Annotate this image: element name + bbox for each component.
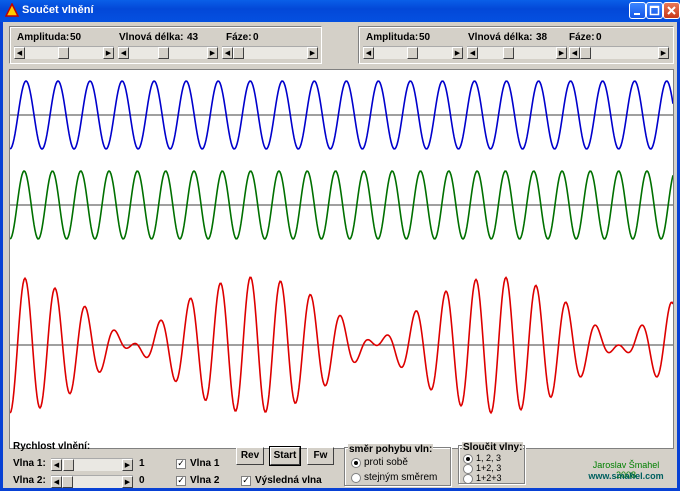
merge-opt1-label: 1, 2, 3: [476, 453, 502, 463]
wave1-amplitude-label: Amplituda:: [17, 32, 70, 43]
wave1-amplitude-value: 50: [70, 32, 82, 43]
wave-plot: [9, 80, 674, 415]
wave1-wavelength-value: 43: [187, 32, 199, 43]
wave1-wavelength-label: Vlnová délka:: [119, 32, 184, 43]
direction-heading: směr pohybu vln:: [348, 444, 434, 455]
speed-wave1-value: 1: [139, 458, 145, 469]
merge-heading: Sloučit vlny:: [462, 442, 524, 453]
wave1-phase-value: 0: [253, 32, 259, 43]
wave1-controls-panel: Amplituda: 50 ◀ ▶ Vlnová délka: 43 ◀ ▶ F…: [9, 26, 322, 64]
slider-thumb[interactable]: [407, 47, 418, 59]
start-button[interactable]: Start: [269, 446, 301, 466]
speed-wave1-label: Vlna 1:: [13, 458, 46, 469]
scroll-right-icon[interactable]: ▶: [207, 47, 218, 59]
scroll-left-icon[interactable]: ◀: [51, 476, 62, 488]
scroll-right-icon[interactable]: ▶: [122, 476, 133, 488]
scroll-right-icon[interactable]: ▶: [658, 47, 669, 59]
scroll-left-icon[interactable]: ◀: [14, 47, 25, 59]
scroll-left-icon[interactable]: ◀: [363, 47, 374, 59]
wave2-wavelength-label: Vlnová délka:: [468, 32, 533, 43]
scroll-right-icon[interactable]: ▶: [452, 47, 463, 59]
rev-button[interactable]: Rev: [236, 447, 264, 465]
slider-thumb[interactable]: [503, 47, 514, 59]
speed-wave2-value: 0: [139, 475, 145, 486]
wave2-phase-label: Fáze:: [569, 32, 595, 43]
wave2-amplitude-value: 50: [419, 32, 431, 43]
direction-group: směr pohybu vln: proti sobě stejným směr…: [344, 444, 451, 486]
direction-opposite-label: proti sobě: [364, 457, 408, 468]
speed-heading: Rychlost vlnění:: [13, 441, 91, 452]
result-checkbox-label: Výsledná vlna: [255, 475, 322, 486]
maximize-icon: [649, 5, 660, 16]
direction-same-label: stejným směrem: [364, 472, 438, 483]
wave2-wavelength-value: 38: [536, 32, 548, 43]
direction-opposite-radio[interactable]: [351, 458, 361, 468]
wave2-phase-slider[interactable]: ◀ ▶: [569, 46, 669, 59]
merge-opt2-label: 1+2, 3: [476, 463, 502, 473]
scroll-left-icon[interactable]: ◀: [467, 47, 478, 59]
wave2-controls-panel: Amplituda: 50 ◀ ▶ Vlnová délka: 38 ◀ ▶ F…: [358, 26, 674, 64]
scroll-left-icon[interactable]: ◀: [51, 459, 62, 471]
wave2-checkbox-label: Vlna 2: [190, 475, 220, 486]
wave1-phase-label: Fáze:: [226, 32, 252, 43]
scroll-right-icon[interactable]: ▶: [103, 47, 114, 59]
wave2-phase-value: 0: [596, 32, 602, 43]
title-bar[interactable]: Součet vlnění: [0, 0, 680, 22]
merge-opt2-radio[interactable]: [463, 464, 473, 474]
slider-thumb[interactable]: [62, 476, 73, 488]
fw-button[interactable]: Fw: [307, 447, 334, 465]
scroll-left-icon[interactable]: ◀: [222, 47, 233, 59]
scroll-right-icon[interactable]: ▶: [556, 47, 567, 59]
speed-wave1-slider[interactable]: ◀ ▶: [51, 458, 133, 471]
direction-same-radio[interactable]: [351, 473, 361, 483]
merge-opt1-radio[interactable]: [463, 454, 473, 464]
website-link[interactable]: www.smahel.com: [586, 471, 666, 481]
slider-thumb[interactable]: [580, 47, 591, 59]
merge-opt3-radio[interactable]: [463, 474, 473, 484]
slider-thumb[interactable]: [158, 47, 169, 59]
scroll-left-icon[interactable]: ◀: [118, 47, 129, 59]
result-checkbox[interactable]: ✓: [241, 476, 251, 486]
app-window: Součet vlnění Amplituda: 50 ◀ ▶ Vlnová d…: [0, 0, 680, 491]
maximize-button[interactable]: [646, 2, 663, 19]
scroll-right-icon[interactable]: ▶: [122, 459, 133, 471]
merge-group: Sloučit vlny: 1, 2, 3 1+2, 3 1+2+3: [458, 442, 525, 484]
scroll-right-icon[interactable]: ▶: [307, 47, 318, 59]
app-icon: [5, 3, 19, 17]
slider-thumb[interactable]: [63, 459, 74, 471]
wave1-phase-slider[interactable]: ◀ ▶: [222, 46, 318, 59]
wave1-wavelength-slider[interactable]: ◀ ▶: [118, 46, 218, 59]
slider-thumb[interactable]: [233, 47, 244, 59]
wave1-checkbox-label: Vlna 1: [190, 458, 220, 469]
close-icon: [667, 6, 676, 15]
speed-wave2-label: Vlna 2:: [13, 475, 46, 486]
minimize-icon: [634, 13, 640, 15]
client-area: Amplituda: 50 ◀ ▶ Vlnová délka: 43 ◀ ▶ F…: [3, 22, 677, 488]
wave2-wavelength-slider[interactable]: ◀ ▶: [467, 46, 567, 59]
wave2-amplitude-slider[interactable]: ◀ ▶: [363, 46, 463, 59]
wave2-checkbox[interactable]: ✓: [176, 476, 186, 486]
scroll-left-icon[interactable]: ◀: [569, 47, 580, 59]
slider-thumb[interactable]: [58, 47, 69, 59]
minimize-button[interactable]: [629, 2, 646, 19]
merge-opt3-label: 1+2+3: [476, 473, 502, 483]
wave-canvas: [9, 69, 674, 449]
wave1-checkbox[interactable]: ✓: [176, 459, 186, 469]
wave2-amplitude-label: Amplituda:: [366, 32, 419, 43]
close-button[interactable]: [663, 2, 680, 19]
speed-wave2-slider[interactable]: ◀ ▶: [51, 475, 133, 488]
wave1-amplitude-slider[interactable]: ◀ ▶: [14, 46, 114, 59]
window-title: Součet vlnění: [22, 4, 94, 16]
